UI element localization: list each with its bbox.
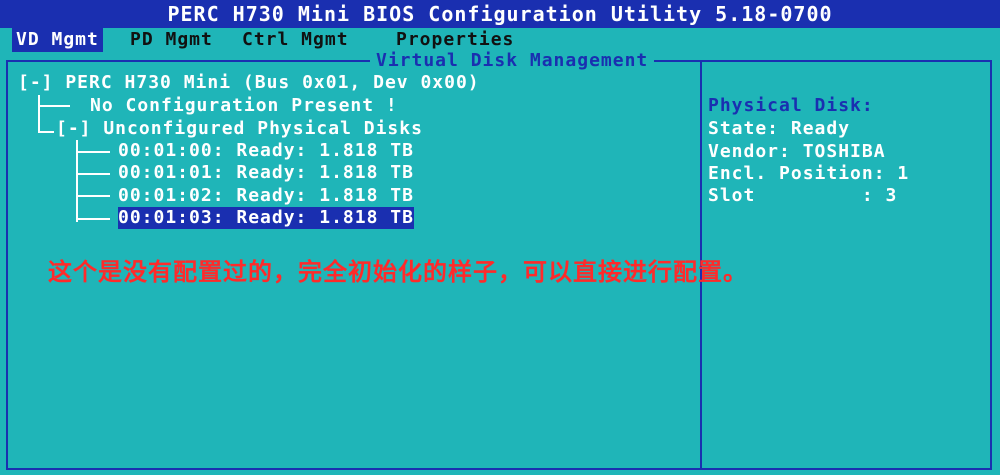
tab-vd-mgmt[interactable]: VD Mgmt <box>12 28 103 52</box>
bios-title-bar: PERC H730 Mini BIOS Configuration Utilit… <box>0 0 1000 28</box>
disk-item[interactable]: 00:01:00: Ready: 1.818 TB <box>118 140 414 162</box>
tab-properties[interactable]: Properties <box>392 28 518 52</box>
tab-pd-mgmt[interactable]: PD Mgmt <box>126 28 217 52</box>
tree-connector <box>38 105 70 107</box>
controller-node[interactable]: [-] PERC H730 Mini (Bus 0x01, Dev 0x00) <box>18 72 480 94</box>
tree-connector <box>76 151 110 153</box>
property-state: State: Ready <box>708 118 851 139</box>
disk-item[interactable]: 00:01:02: Ready: 1.818 TB <box>118 185 414 207</box>
disk-item[interactable]: 00:01:01: Ready: 1.818 TB <box>118 162 414 184</box>
no-config-node[interactable]: No Configuration Present ! <box>90 95 398 117</box>
disk-item-selected[interactable]: 00:01:03: Ready: 1.818 TB <box>118 207 414 229</box>
property-vendor: Vendor: TOSHIBA <box>708 141 886 162</box>
unconfigured-disks-node[interactable]: [-] Unconfigured Physical Disks <box>56 118 423 140</box>
tree-connector <box>76 195 110 197</box>
physical-disk-heading: Physical Disk: <box>708 95 874 116</box>
tab-ctrl-mgmt[interactable]: Ctrl Mgmt <box>238 28 353 52</box>
tree-connector <box>38 95 40 133</box>
property-slot: Slot : 3 <box>708 185 898 206</box>
tree-connector <box>76 173 110 175</box>
panel-title: Virtual Disk Management <box>370 50 655 72</box>
tab-bar: VD Mgmt PD Mgmt Ctrl Mgmt Properties <box>0 28 1000 52</box>
property-encl-position: Encl. Position: 1 <box>708 163 910 184</box>
tree-connector <box>38 131 54 133</box>
annotation-text: 这个是没有配置过的，完全初始化的样子，可以直接进行配置。 <box>48 258 748 286</box>
properties-heading: Physical Disk: <box>708 94 874 117</box>
tree-connector <box>76 218 110 220</box>
